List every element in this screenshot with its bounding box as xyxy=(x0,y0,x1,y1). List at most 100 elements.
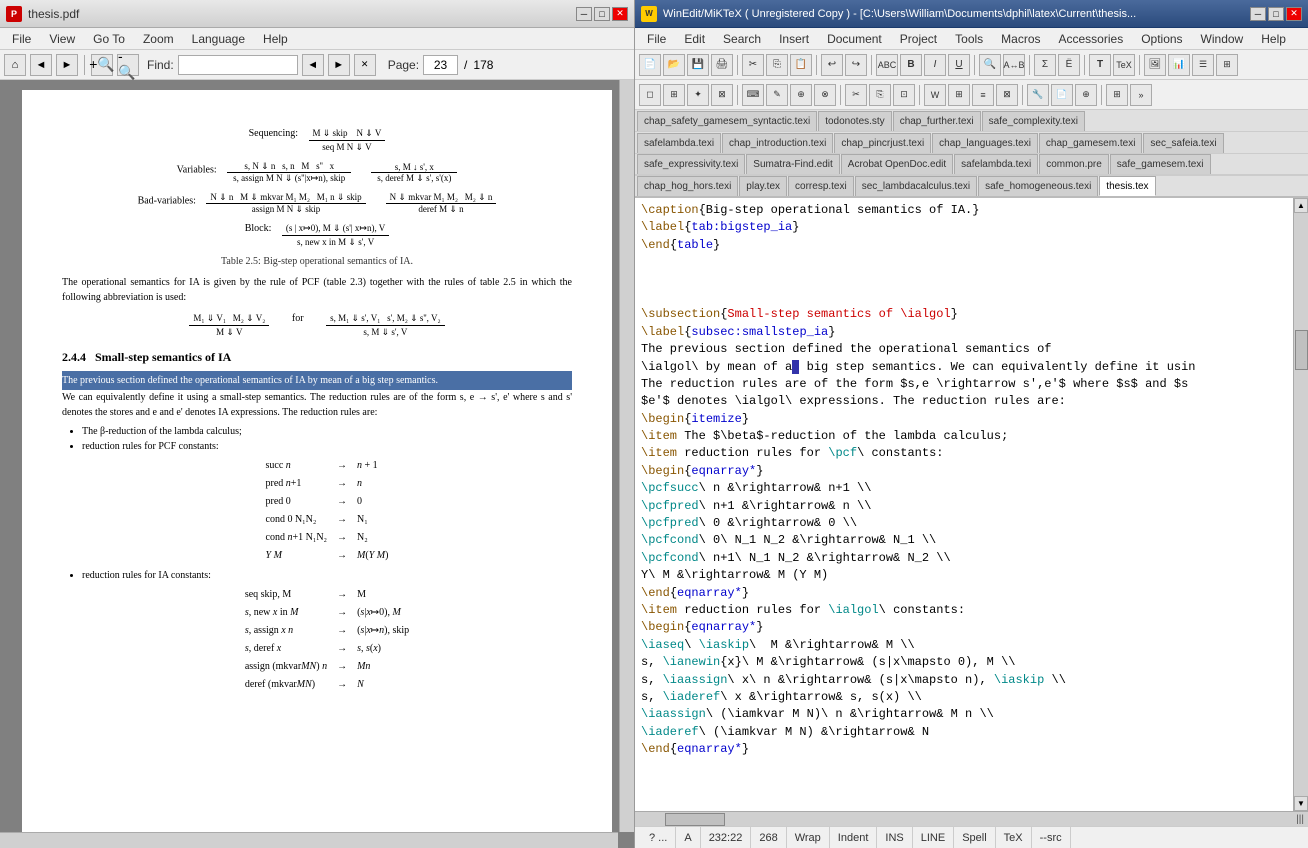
ed-paste-btn[interactable]: 📋 xyxy=(790,54,812,76)
ed2-btn5[interactable]: ⌨ xyxy=(742,84,764,106)
editor-menu-macros[interactable]: Macros xyxy=(993,30,1048,48)
ed-t-btn[interactable]: T xyxy=(1089,54,1111,76)
ed2-btn1[interactable]: ◻ xyxy=(639,84,661,106)
tab-corresp[interactable]: corresp.texi xyxy=(788,176,854,196)
ed2-btn13[interactable]: ⊞ xyxy=(948,84,970,106)
tab-chap-further[interactable]: chap_further.texi xyxy=(893,111,981,131)
find-input[interactable] xyxy=(178,55,298,75)
ed-undo-btn[interactable]: ↩ xyxy=(821,54,843,76)
pdf-menu-language[interactable]: Language xyxy=(184,30,253,48)
editor-menu-project[interactable]: Project xyxy=(892,30,945,48)
tab-thesis-tex[interactable]: thesis.tex xyxy=(1099,176,1155,196)
editor-scrollbar-horizontal[interactable]: ||| xyxy=(635,811,1308,826)
ed-extra1-btn[interactable]: ☰ xyxy=(1192,54,1214,76)
ed-copy-btn[interactable]: ⎘ xyxy=(766,54,788,76)
pdf-home-btn[interactable]: ⌂ xyxy=(4,54,26,76)
ed-sigma-btn[interactable]: Σ xyxy=(1034,54,1056,76)
ed-redo-btn[interactable]: ↪ xyxy=(845,54,867,76)
pdf-close-btn[interactable]: ✕ xyxy=(612,7,628,21)
ed-cut-btn[interactable]: ✂ xyxy=(742,54,764,76)
tab-safe-homogeneous[interactable]: safe_homogeneous.texi xyxy=(978,176,1098,196)
tab-sumatra-find[interactable]: Sumatra-Find.edit xyxy=(746,154,839,174)
ed2-btn8[interactable]: ⊗ xyxy=(814,84,836,106)
find-clear-btn[interactable]: ✕ xyxy=(354,54,376,76)
tab-safe-complexity[interactable]: safe_complexity.texi xyxy=(982,111,1085,131)
pdf-menu-help[interactable]: Help xyxy=(255,30,296,48)
editor-menu-options[interactable]: Options xyxy=(1133,30,1190,48)
ed2-btn14[interactable]: ≡ xyxy=(972,84,994,106)
tab-chap-hog[interactable]: chap_hog_hors.texi xyxy=(637,176,738,196)
ed-spell-btn[interactable]: ABC xyxy=(876,54,898,76)
scroll-down-arrow[interactable]: ▼ xyxy=(1294,796,1308,811)
ed2-btn15[interactable]: ⊠ xyxy=(996,84,1018,106)
tab-sec-safeia[interactable]: sec_safeia.texi xyxy=(1143,133,1223,153)
ed-findreplace-btn[interactable]: A↔B xyxy=(1003,54,1025,76)
scroll-up-arrow[interactable]: ▲ xyxy=(1294,198,1308,213)
ed2-btn9[interactable]: ✂ xyxy=(845,84,867,106)
pdf-menu-view[interactable]: View xyxy=(41,30,83,48)
ed-eacute-btn[interactable]: Ë xyxy=(1058,54,1080,76)
tab-safelambda2[interactable]: safelambda.texi xyxy=(954,154,1038,174)
pdf-zoom-out-btn[interactable]: -🔍 xyxy=(117,54,139,76)
pdf-menu-goto[interactable]: Go To xyxy=(85,30,133,48)
pdf-menu-zoom[interactable]: Zoom xyxy=(135,30,182,48)
tab-chap-languages[interactable]: chap_languages.texi xyxy=(932,133,1038,153)
ed-new-btn[interactable]: 📄 xyxy=(639,54,661,76)
ed2-btn17[interactable]: 📄 xyxy=(1051,84,1073,106)
ed2-btn3[interactable]: ✦ xyxy=(687,84,709,106)
tab-chap-gamesem[interactable]: chap_gamesem.texi xyxy=(1039,133,1143,153)
editor-maximize-btn[interactable]: □ xyxy=(1268,7,1284,21)
ed2-btn18[interactable]: ⊕ xyxy=(1075,84,1097,106)
editor-scrollbar-vertical[interactable]: ▲ ▼ xyxy=(1293,198,1308,811)
ed-chart-btn[interactable]: 📊 xyxy=(1168,54,1190,76)
scroll-thumb[interactable] xyxy=(1295,330,1308,370)
tab-safe-express[interactable]: safe_expressivity.texi xyxy=(637,154,745,174)
editor-menu-tools[interactable]: Tools xyxy=(947,30,991,48)
editor-menu-search[interactable]: Search xyxy=(715,30,769,48)
ed-find-btn[interactable]: 🔍 xyxy=(979,54,1001,76)
ed2-btn11[interactable]: ⊡ xyxy=(893,84,915,106)
tab-chap-pincrjust[interactable]: chap_pincrjust.texi xyxy=(834,133,931,153)
tab-todonotes[interactable]: todonotes.sty xyxy=(818,111,891,131)
ed-save-btn[interactable]: 💾 xyxy=(687,54,709,76)
pdf-prev-btn[interactable]: ◄ xyxy=(30,54,52,76)
tab-safelambda[interactable]: safelambda.texi xyxy=(637,133,721,153)
tab-play[interactable]: play.tex xyxy=(739,176,787,196)
ed-tex-btn[interactable]: TeX xyxy=(1113,54,1135,76)
tab-chap-safety[interactable]: chap_safety_gamesem_syntactic.texi xyxy=(637,111,817,131)
ed2-btn12[interactable]: W xyxy=(924,84,946,106)
ed2-btn2[interactable]: ⊞ xyxy=(663,84,685,106)
tab-chap-intro[interactable]: chap_introduction.texi xyxy=(722,133,833,153)
h-scroll-thumb[interactable] xyxy=(665,813,725,826)
tab-common-pre[interactable]: common.pre xyxy=(1039,154,1109,174)
ed-print-btn[interactable]: 🖨 xyxy=(711,54,733,76)
ed2-expand[interactable]: » xyxy=(1130,84,1152,106)
pdf-scrollbar-horizontal[interactable] xyxy=(0,832,618,848)
editor-menu-accessories[interactable]: Accessories xyxy=(1051,30,1132,48)
ed2-btn10[interactable]: ⎘ xyxy=(869,84,891,106)
ed-img-btn[interactable]: 🖼 xyxy=(1144,54,1166,76)
editor-menu-help[interactable]: Help xyxy=(1253,30,1294,48)
editor-close-btn[interactable]: ✕ xyxy=(1286,7,1302,21)
page-number-input[interactable] xyxy=(423,55,458,75)
editor-text-area[interactable]: \caption{Big-step operational semantics … xyxy=(635,198,1293,811)
ed2-btn16[interactable]: 🔧 xyxy=(1027,84,1049,106)
ed-bold-btn[interactable]: B xyxy=(900,54,922,76)
editor-menu-edit[interactable]: Edit xyxy=(676,30,713,48)
ed2-btn7[interactable]: ⊕ xyxy=(790,84,812,106)
editor-menu-window[interactable]: Window xyxy=(1193,30,1252,48)
ed-extra2-btn[interactable]: ⊞ xyxy=(1216,54,1238,76)
pdf-zoom-in-btn[interactable]: +🔍 xyxy=(91,54,113,76)
tab-acrobat[interactable]: Acrobat OpenDoc.edit xyxy=(841,154,953,174)
pdf-scrollbar-vertical[interactable] xyxy=(619,80,634,832)
ed2-btn4[interactable]: ⊠ xyxy=(711,84,733,106)
tab-sec-lambda[interactable]: sec_lambdacalculus.texi xyxy=(855,176,977,196)
find-next-btn[interactable]: ► xyxy=(328,54,350,76)
pdf-minimize-btn[interactable]: ─ xyxy=(576,7,592,21)
ed2-btn6[interactable]: ✎ xyxy=(766,84,788,106)
ed-italic-btn[interactable]: I xyxy=(924,54,946,76)
ed-open-btn[interactable]: 📂 xyxy=(663,54,685,76)
editor-minimize-btn[interactable]: ─ xyxy=(1250,7,1266,21)
editor-menu-document[interactable]: Document xyxy=(819,30,890,48)
editor-menu-insert[interactable]: Insert xyxy=(771,30,817,48)
